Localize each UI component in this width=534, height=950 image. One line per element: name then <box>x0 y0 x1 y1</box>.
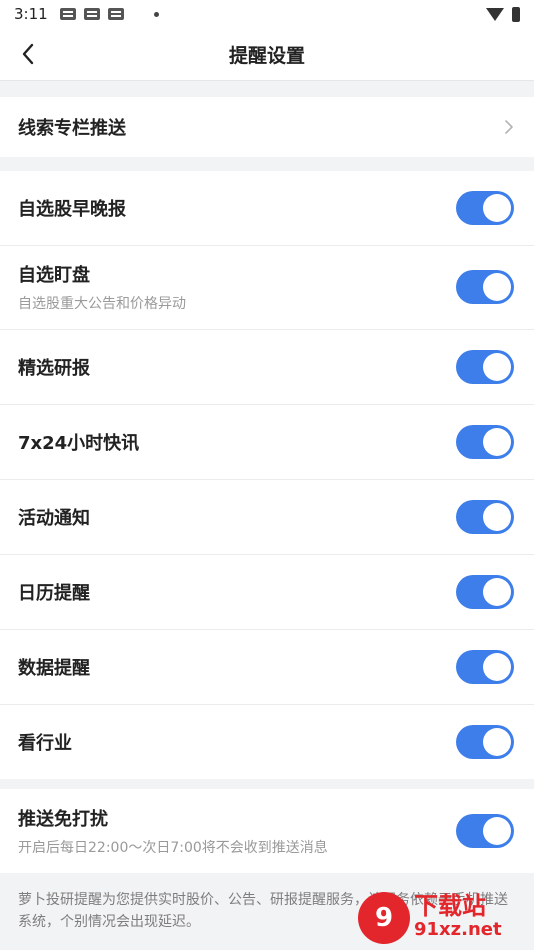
setting-label: 精选研报 <box>18 357 90 379</box>
watermark: 9 下载站 91xz.net <box>358 888 528 948</box>
toggle-knob <box>483 427 511 456</box>
toggle-switch[interactable] <box>456 649 514 684</box>
wifi-icon <box>486 7 504 21</box>
toggle-knob <box>483 817 511 845</box>
setting-clue-column-push[interactable]: 线索专栏推送 <box>0 97 534 157</box>
setting-label: 看行业 <box>18 732 72 754</box>
page-title: 提醒设置 <box>228 44 305 67</box>
toggle-knob <box>483 194 511 222</box>
section-push-settings: 自选股早晚报 自选盯盘 自选股重大公告和价格异动 精选研报 7x24小时快讯 活… <box>0 171 534 779</box>
setting-label: 日历提醒 <box>18 582 90 604</box>
setting-row: 自选盯盘 自选股重大公告和价格异动 <box>0 245 534 329</box>
setting-label: 线索专栏推送 <box>18 118 126 139</box>
setting-label: 推送免打扰 <box>18 809 108 830</box>
toggle-switch[interactable] <box>456 424 514 459</box>
chevron-right-icon <box>505 120 513 134</box>
toggle-knob <box>483 352 511 381</box>
setting-label: 数据提醒 <box>18 657 90 679</box>
toggle-switch[interactable] <box>456 270 514 304</box>
chevron-left-icon <box>22 43 34 65</box>
section-clue-column: 线索专栏推送 <box>0 97 534 157</box>
setting-row: 看行业 <box>0 704 534 779</box>
toggle-switch[interactable] <box>456 814 514 848</box>
section-gap <box>0 779 534 789</box>
watermark-url: 91xz.net <box>414 919 502 940</box>
toggle-knob <box>483 502 511 531</box>
setting-description: 自选股重大公告和价格异动 <box>18 296 186 312</box>
setting-row: 活动通知 <box>0 479 534 554</box>
setting-row: 7x24小时快讯 <box>0 404 534 479</box>
more-notifications-dot-icon <box>153 11 159 17</box>
toggle-knob <box>483 273 511 301</box>
back-button[interactable] <box>14 40 42 68</box>
battery-icon <box>512 6 520 22</box>
section-gap <box>0 81 534 97</box>
message-notification-icon <box>83 8 100 20</box>
setting-label: 活动通知 <box>18 507 90 529</box>
status-bar: 3:11 <box>0 0 534 28</box>
setting-row: 推送免打扰 开启后每日22:00～次日7:00将不会收到推送消息 <box>0 789 534 873</box>
title-bar: 提醒设置 <box>0 28 534 81</box>
setting-row: 精选研报 <box>0 329 534 404</box>
toggle-knob <box>483 652 511 681</box>
toggle-switch[interactable] <box>456 724 514 759</box>
setting-row: 日历提醒 <box>0 554 534 629</box>
setting-row: 自选股早晚报 <box>0 171 534 245</box>
toggle-switch[interactable] <box>456 191 514 225</box>
section-gap <box>0 157 534 171</box>
section-do-not-disturb: 推送免打扰 开启后每日22:00～次日7:00将不会收到推送消息 <box>0 789 534 873</box>
toggle-switch[interactable] <box>456 349 514 384</box>
toggle-knob <box>483 727 511 756</box>
setting-description: 开启后每日22:00～次日7:00将不会收到推送消息 <box>18 840 328 856</box>
setting-row: 数据提醒 <box>0 629 534 704</box>
toggle-knob <box>483 577 511 606</box>
setting-label: 7x24小时快讯 <box>18 432 140 454</box>
message-notification-icon <box>107 8 124 20</box>
toggle-switch[interactable] <box>456 499 514 534</box>
message-notification-icon <box>59 8 76 20</box>
status-time: 3:11 <box>14 5 48 23</box>
setting-label: 自选股早晚报 <box>18 199 126 220</box>
watermark-logo: 9 <box>358 892 410 944</box>
toggle-switch[interactable] <box>456 574 514 609</box>
setting-label: 自选盯盘 <box>18 265 90 286</box>
watermark-title: 下载站 <box>414 892 486 920</box>
